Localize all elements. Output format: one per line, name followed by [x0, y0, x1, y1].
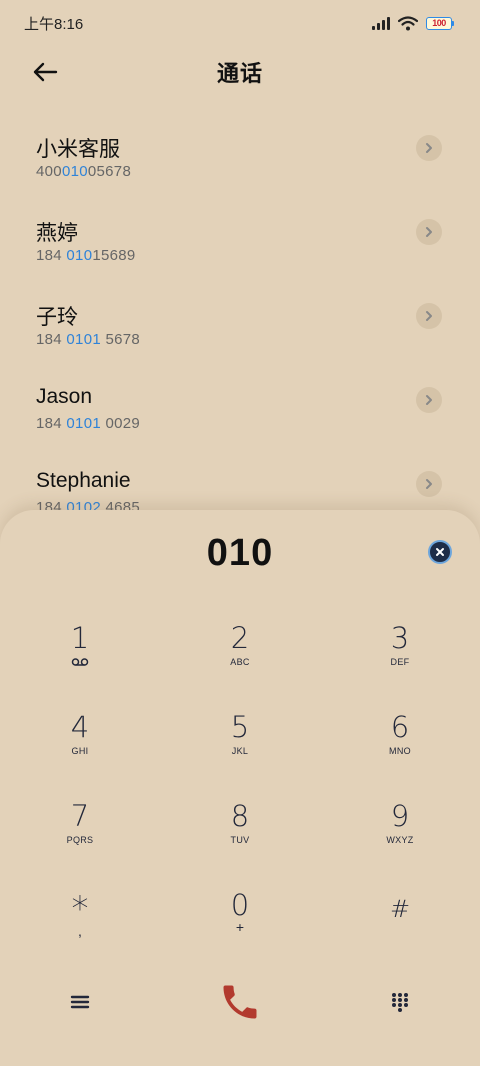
- status-icons: 100: [372, 15, 454, 31]
- key-digit: 4: [70, 710, 90, 744]
- key-3[interactable]: 3 DEF: [320, 595, 480, 684]
- contact-detail-button[interactable]: [416, 135, 442, 161]
- chevron-right-icon: [426, 311, 432, 321]
- contact-name: 子玲: [36, 306, 78, 329]
- key-8[interactable]: 8 TUV: [160, 773, 320, 862]
- dialer-actions: [0, 972, 480, 1032]
- contact-name: 燕婷: [36, 222, 78, 245]
- contact-number: 184 01015689: [36, 247, 136, 264]
- key-0[interactable]: 0 +: [160, 862, 320, 951]
- dialed-number: 010: [206, 532, 274, 574]
- number-match: 0101: [66, 331, 101, 348]
- contact-detail-button[interactable]: [416, 471, 442, 497]
- chevron-right-icon: [426, 395, 432, 405]
- contact-detail-button[interactable]: [416, 303, 442, 329]
- contact-number: 184 0101 5678: [36, 331, 141, 348]
- page-title: 通话: [216, 61, 263, 86]
- key-letters: PQRS: [66, 835, 94, 845]
- key-5[interactable]: 5 JKL: [160, 684, 320, 773]
- contact-name: Stephanie: [36, 469, 131, 492]
- chevron-right-icon: [426, 479, 432, 489]
- battery-icon: 100: [426, 16, 454, 30]
- key-digit: 0: [230, 888, 250, 922]
- key-hash[interactable]: #: [320, 862, 480, 951]
- close-icon: [436, 548, 444, 556]
- key-6[interactable]: 6 MNO: [320, 684, 480, 773]
- key-digit: 1: [70, 621, 90, 655]
- key-digit: *: [71, 889, 89, 929]
- key-letters: TUV: [230, 835, 250, 845]
- key-letters: ,: [78, 923, 82, 939]
- contact-name: 小米客服: [36, 138, 120, 161]
- menu-button[interactable]: [0, 994, 160, 1010]
- contact-number: 40001005678: [36, 163, 132, 180]
- clear-button[interactable]: [428, 540, 452, 564]
- keypad-toggle-button[interactable]: [320, 992, 480, 1012]
- contact-row[interactable]: 子玲 184 0101 5678: [0, 293, 480, 377]
- key-digit: 7: [70, 799, 90, 833]
- number-match: 0101: [66, 415, 101, 432]
- menu-icon: [70, 995, 90, 1009]
- key-digit: 5: [230, 710, 250, 744]
- key-digit: 2: [230, 621, 250, 655]
- keypad: 1 2 ABC 3 DEF 4 GHI 5 JKL 6 MNO 7 PQRS 8…: [0, 595, 480, 951]
- voicemail-icon: [71, 658, 89, 666]
- signal-icon: [372, 16, 390, 30]
- dialpad-icon: [392, 993, 408, 1012]
- status-bar: 上午8:16 100: [0, 0, 480, 46]
- dialer-panel: 010 1 2 ABC 3 DEF 4 GHI 5 JKL 6 MNO 7 PQ…: [0, 510, 480, 1066]
- key-9[interactable]: 9 WXYZ: [320, 773, 480, 862]
- key-letters: JKL: [231, 746, 249, 756]
- key-4[interactable]: 4 GHI: [0, 684, 160, 773]
- key-digit: 6: [390, 710, 410, 744]
- key-letters: MNO: [389, 746, 411, 756]
- contact-row[interactable]: Jason 184 0101 0029: [0, 377, 480, 461]
- key-7[interactable]: 7 PQRS: [0, 773, 160, 862]
- contact-detail-button[interactable]: [416, 387, 442, 413]
- key-letters: WXYZ: [386, 835, 414, 845]
- call-button[interactable]: [160, 980, 320, 1024]
- key-digit: 8: [230, 799, 250, 833]
- key-letters: ABC: [230, 657, 250, 667]
- number-match: 010: [61, 163, 88, 180]
- chevron-right-icon: [426, 227, 432, 237]
- contact-list: 小米客服 40001005678 燕婷 184 01015689 子玲 184 …: [0, 125, 480, 515]
- wifi-icon: [398, 15, 418, 30]
- back-button[interactable]: [30, 58, 60, 86]
- key-1[interactable]: 1: [0, 595, 160, 684]
- battery-level: 100: [426, 16, 452, 30]
- contact-row[interactable]: Stephanie 184 0102 4685: [0, 461, 480, 515]
- contact-row[interactable]: 燕婷 184 01015689: [0, 209, 480, 293]
- key-star[interactable]: * ,: [0, 862, 160, 951]
- chevron-right-icon: [426, 143, 432, 153]
- header: 通话: [0, 50, 480, 94]
- key-digit: #: [389, 895, 411, 923]
- status-time: 上午8:16: [24, 15, 84, 33]
- key-2[interactable]: 2 ABC: [160, 595, 320, 684]
- key-letters: GHI: [71, 746, 89, 756]
- contact-number: 184 0101 0029: [36, 415, 141, 432]
- key-digit: 3: [390, 621, 410, 655]
- contact-detail-button[interactable]: [416, 219, 442, 245]
- contact-name: Jason: [36, 385, 93, 408]
- back-arrow-icon: [33, 62, 58, 82]
- key-letters: +: [235, 919, 245, 935]
- number-match: 010: [66, 247, 93, 264]
- key-letters: DEF: [390, 657, 410, 667]
- phone-icon: [223, 985, 257, 1019]
- contact-row[interactable]: 小米客服 40001005678: [0, 125, 480, 209]
- key-digit: 9: [390, 799, 410, 833]
